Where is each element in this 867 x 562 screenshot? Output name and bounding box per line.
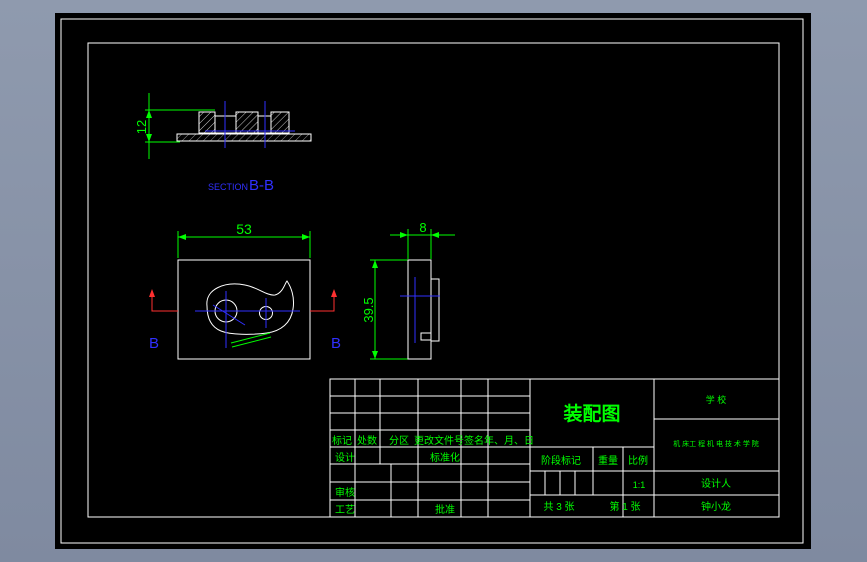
section-prefix: SECTION <box>208 182 248 192</box>
sheet-number: 第 1 张 <box>609 500 640 513</box>
stage-mark-label: 阶段标记 <box>541 454 581 467</box>
cad-drawing: 12 SECTION B-B 53 B B 8 39.5 装配图 学 校 机 床… <box>60 18 804 544</box>
standardization-label: 标准化 <box>430 451 460 464</box>
rev-header-docno: 更改文件号 <box>414 434 464 447</box>
scale-value: 1:1 <box>633 480 646 490</box>
thickness-dimension: 12 <box>134 120 149 134</box>
designer-label: 设计人 <box>701 477 731 490</box>
height-dimension: 39.5 <box>361 297 376 322</box>
school-label: 学 校 <box>706 394 727 405</box>
department-label: 机 床工 程 机 电 技 术 学 院 <box>673 439 759 448</box>
section-view: 12 SECTION B-B <box>134 93 312 194</box>
approve-label: 批准 <box>435 503 455 516</box>
width-dimension: 53 <box>236 221 252 237</box>
rev-header-sign: 签名 <box>464 434 484 447</box>
weight-label: 重量 <box>598 454 618 467</box>
drawing-title: 装配图 <box>562 402 620 425</box>
side-view: 8 39.5 <box>361 220 455 360</box>
sheets-total: 共 3 张 <box>543 501 574 513</box>
rev-header-mark: 标记 <box>332 435 352 447</box>
drawing-sheet: 12 SECTION B-B 53 B B 8 39.5 装配图 学 校 机 床… <box>55 13 811 549</box>
designer-name: 钟小龙 <box>701 500 731 513</box>
rev-header-date: 年、月、日 <box>484 434 534 447</box>
design-label: 设计 <box>335 451 355 464</box>
rev-header-zone: 分区 <box>389 435 409 447</box>
process-label: 工艺 <box>335 504 355 516</box>
title-block-text: 装配图 学 校 机 床工 程 机 电 技 术 学 院 标记 处数 分区 更改文件… <box>332 394 759 516</box>
cut-marker-right: B <box>331 335 341 352</box>
front-view: 53 B B <box>149 221 341 360</box>
scale-label: 比例 <box>628 454 648 467</box>
rev-header-count: 处数 <box>357 434 377 447</box>
section-name: B-B <box>249 177 274 194</box>
depth-dimension: 8 <box>419 220 426 235</box>
cut-marker-left: B <box>149 335 159 352</box>
review-label: 审核 <box>335 486 355 499</box>
